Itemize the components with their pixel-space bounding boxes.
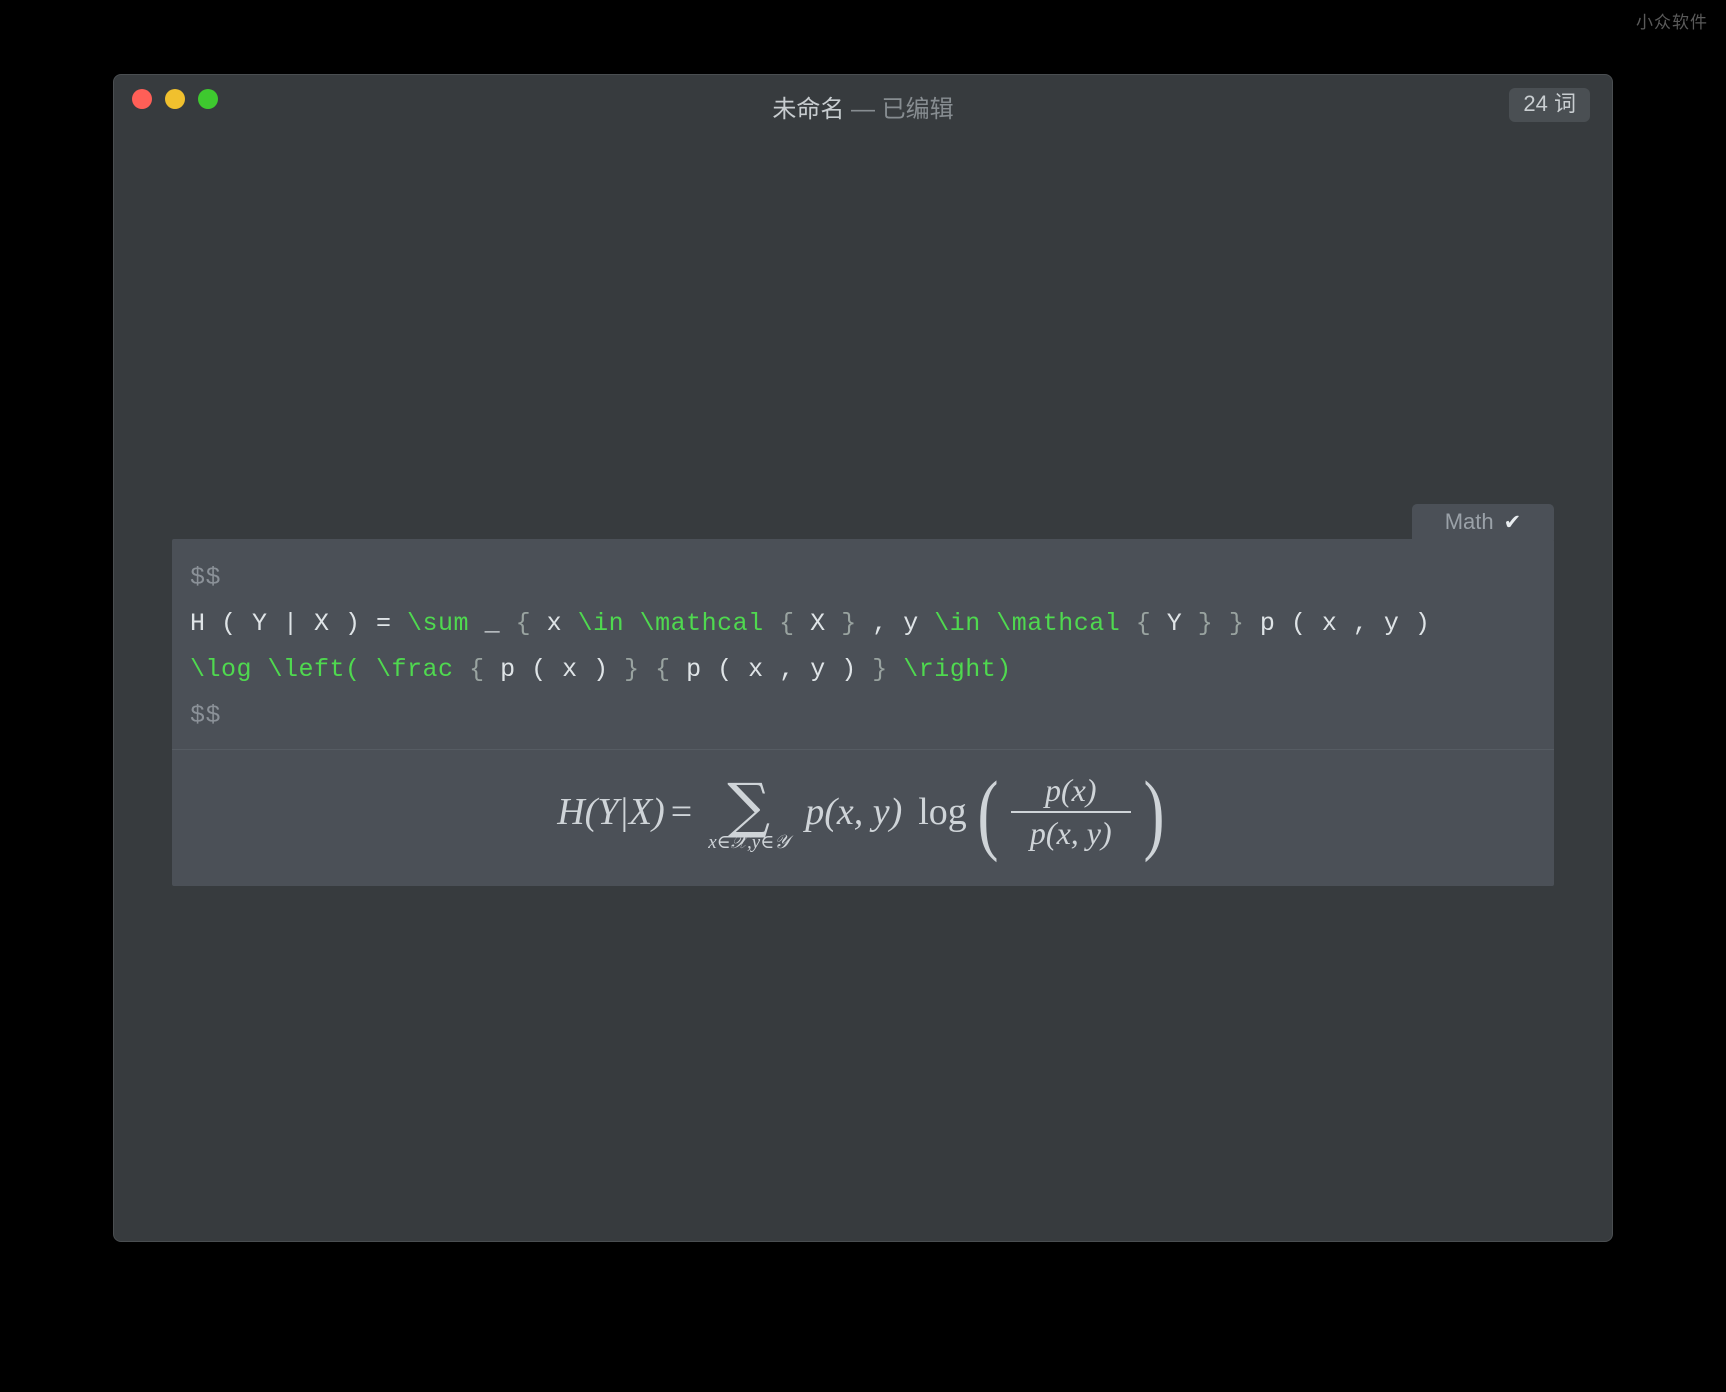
latex-token-cmd: \in \mathcal [577,609,764,638]
latex-token-brace: } [624,655,640,684]
fraction-numerator: p(x) [1045,772,1097,808]
latex-token-cmd: \sum [407,609,470,638]
math-mode-label: Math [1444,509,1494,534]
latex-token-brace: } [841,609,857,638]
app-window: 未命名 — 已编辑 24 词 Math ✔ $$ H ( Y | X ) = \… [113,74,1613,1242]
window-title: 未命名 — 已编辑 [114,89,1612,124]
latex-token-plain [1120,609,1136,638]
fraction-denominator: p(x, y) [1029,815,1112,851]
math-block: Math ✔ $$ H ( Y | X ) = \sum _ { x \in \… [172,504,1554,886]
summation: ∑ x∈𝒳,y∈𝒴 [708,770,790,854]
latex-token-plain: p ( x , y ) [670,655,873,684]
latex-token-brace: { [655,655,671,684]
latex-token-brace: { [1135,609,1152,638]
latex-token-plain: H ( Y | X ) = [190,609,408,638]
latex-token-cmd: \frac [376,655,454,684]
latex-token-brace: } [872,655,888,684]
latex-token-plain: x [531,609,578,638]
sum-subscript: x∈𝒳,y∈𝒴 [708,831,790,853]
code-line-open-delim[interactable]: $$ [172,555,1554,601]
latex-token-plain [764,609,780,638]
latex-token-plain [361,655,377,684]
latex-token-delim: $$ [190,563,222,592]
latex-token-plain: p ( x ) [484,655,625,684]
latex-source-area[interactable]: $$ H ( Y | X ) = \sum _ { x \in \mathcal… [172,539,1554,750]
latex-token-brace: { [515,609,532,638]
latex-token-plain: , y [856,609,935,638]
latex-token-cmd: \right) [903,655,1012,684]
latex-token-plain: p ( x , y ) [1244,609,1431,638]
latex-token-cmd: \log \left( [190,655,361,684]
code-line-latex-line-1[interactable]: H ( Y | X ) = \sum _ { x \in \mathcal { … [172,601,1554,647]
latex-token-plain: Y [1151,609,1198,638]
formula-lhs: H(Y|X) [557,791,665,833]
math-panel: $$ H ( Y | X ) = \sum _ { x \in \mathcal… [172,539,1554,886]
fraction: p(x) p(x, y) [1010,772,1131,852]
editor-canvas[interactable]: Math ✔ $$ H ( Y | X ) = \sum _ { x \in \… [114,137,1612,1241]
sum-icon: ∑ [727,770,771,841]
document-name: 未命名 [772,96,845,123]
math-mode-tab[interactable]: Math ✔ [1412,504,1554,540]
latex-token-plain: X [794,609,842,638]
latex-token-brace: } [1197,609,1214,638]
latex-token-plain [454,655,470,684]
latex-token-cmd: \in \mathcal [934,609,1121,638]
latex-token-brace: } [1228,609,1245,638]
check-icon: ✔ [1503,510,1522,534]
formula-equals: = [670,791,693,833]
latex-token-plain [640,655,656,684]
latex-token-plain [1213,609,1229,638]
window-titlebar: 未命名 — 已编辑 24 词 [114,75,1612,137]
word-count-badge[interactable]: 24 词 [1509,88,1590,122]
formula-probability: p(x, y) [805,791,903,833]
latex-token-brace: { [779,609,795,638]
latex-token-brace: { [469,655,485,684]
latex-token-plain [888,655,904,684]
rendered-formula: H(Y|X) = ∑ x∈𝒳,y∈𝒴 p(x, y) log ( p(x) p( [557,764,1165,863]
latex-token-delim: $$ [190,701,222,730]
document-edited-state: 已编辑 [881,96,954,123]
title-separator: — [844,96,882,123]
site-watermark: 小众软件 [1636,13,1708,32]
formula-log-label: log [918,791,967,833]
code-line-latex-line-2[interactable]: \log \left( \frac { p ( x ) } { p ( x , … [172,647,1554,693]
latex-token-plain: _ [469,609,516,638]
code-line-close-delim[interactable]: $$ [172,693,1554,739]
rendered-math-area: H(Y|X) = ∑ x∈𝒳,y∈𝒴 p(x, y) log ( p(x) p( [172,750,1554,886]
